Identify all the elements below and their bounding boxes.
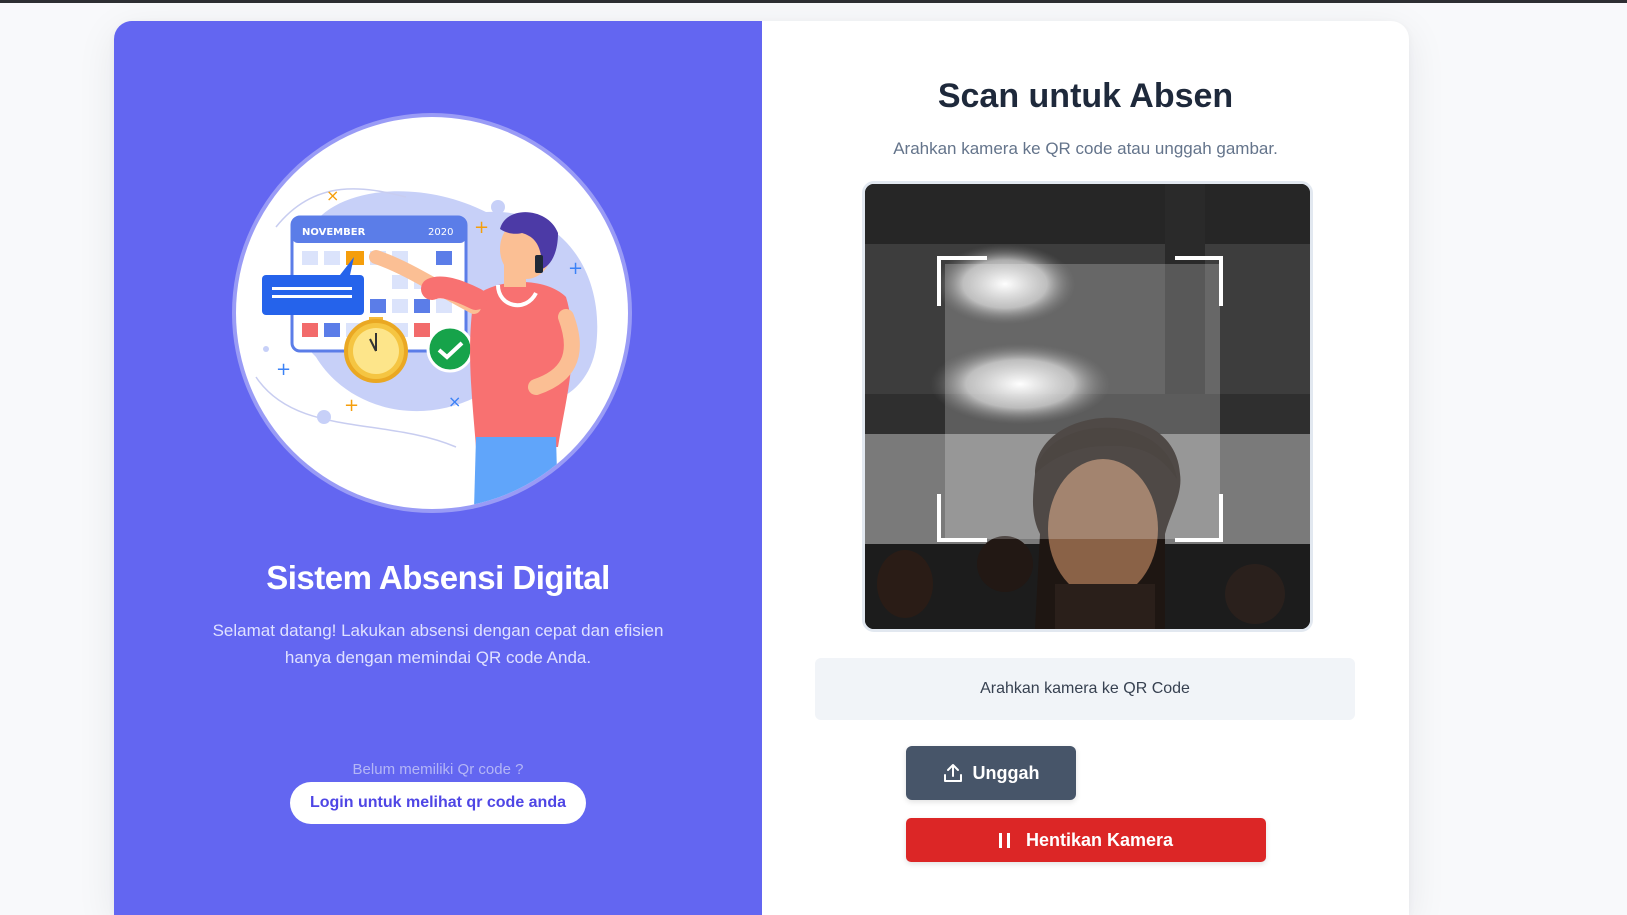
upload-icon [943,764,962,782]
pause-icon [998,832,1010,848]
svg-text:+: + [344,395,359,416]
camera-feed[interactable] [862,181,1313,632]
login-button[interactable]: Login untuk melihat qr code anda [290,782,586,824]
scan-panel: Scan untuk Absen Arahkan kamera ke QR co… [762,21,1409,915]
app-title: Sistem Absensi Digital [266,559,610,596]
svg-text:2020: 2020 [428,227,453,238]
svg-text:+: + [474,217,489,238]
stop-camera-button-label: Hentikan Kamera [1025,829,1174,850]
svg-text:×: × [448,392,461,411]
svg-text:+: + [276,359,291,380]
browser-top-border [0,0,1627,3]
upload-button-label: Unggah [972,762,1040,783]
camera-feed-image [865,184,1310,629]
welcome-panel: × + + + + × NOVEMBER 2020 Sistem Absensi… [114,21,762,915]
upload-button[interactable]: Unggah [906,746,1076,800]
svg-text:×: × [326,186,339,205]
svg-text:+: + [568,258,583,279]
welcome-description: Selamat datang! Lakukan absensi dengan c… [212,621,664,667]
scan-subtitle: Arahkan kamera ke QR code atau unggah ga… [893,139,1278,158]
stop-camera-button[interactable]: Hentikan Kamera [906,818,1266,862]
illustration-graphic: × + + + + × NOVEMBER 2020 [255,186,598,509]
attendance-card: × + + + + × NOVEMBER 2020 Sistem Absensi… [114,21,1409,915]
scan-status-message: Arahkan kamera ke QR Code [815,658,1355,720]
svg-text:NOVEMBER: NOVEMBER [302,227,366,238]
scan-title: Scan untuk Absen [937,77,1234,115]
calendar-attendance-illustration: × + + + + × NOVEMBER 2020 [236,117,628,509]
no-qr-prompt: Belum memiliki Qr code ? [352,761,524,778]
scan-status-text: Arahkan kamera ke QR Code [980,680,1190,697]
